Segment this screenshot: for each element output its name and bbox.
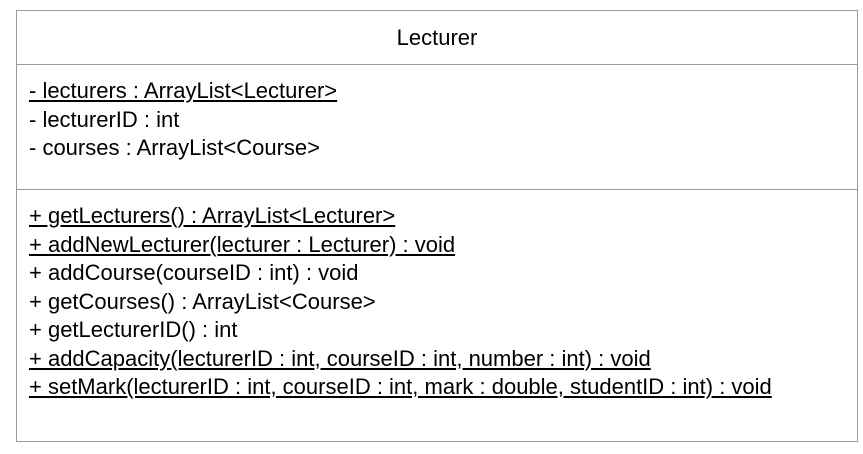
operation-get-courses: + getCourses() : ArrayList<Course> [29,288,376,314]
attribute-lecturers: - lecturers : ArrayList<Lecturer> [29,78,338,103]
attribute-lecturer-id: - lecturerID : int [29,106,180,132]
operation-add-new-lecturer: + addNewLecturer(lecturer : Lecturer) : … [29,231,456,257]
class-header: Lecturer [17,11,857,65]
operation-add-course: + addCourse(courseID : int) : void [29,260,359,285]
operation-get-lecturers: + getLecturers() : ArrayList<Lecturer> [29,203,396,228]
operation-add-capacity: + addCapacity(lecturerID : int, courseID… [29,345,651,371]
operation-get-lecturer-id: + getLecturerID() : int [29,317,238,342]
attribute-courses: - courses : ArrayList<Course> [29,135,321,160]
uml-class-box: Lecturer - lecturers : ArrayList<Lecture… [16,10,858,442]
class-name: Lecturer [396,25,478,50]
operations-section: + getLecturers() : ArrayList<Lecturer> +… [17,190,857,402]
attributes-section: - lecturers : ArrayList<Lecturer> - lect… [17,65,857,190]
operation-set-mark: + setMark(lecturerID : int, courseID : i… [29,374,772,399]
